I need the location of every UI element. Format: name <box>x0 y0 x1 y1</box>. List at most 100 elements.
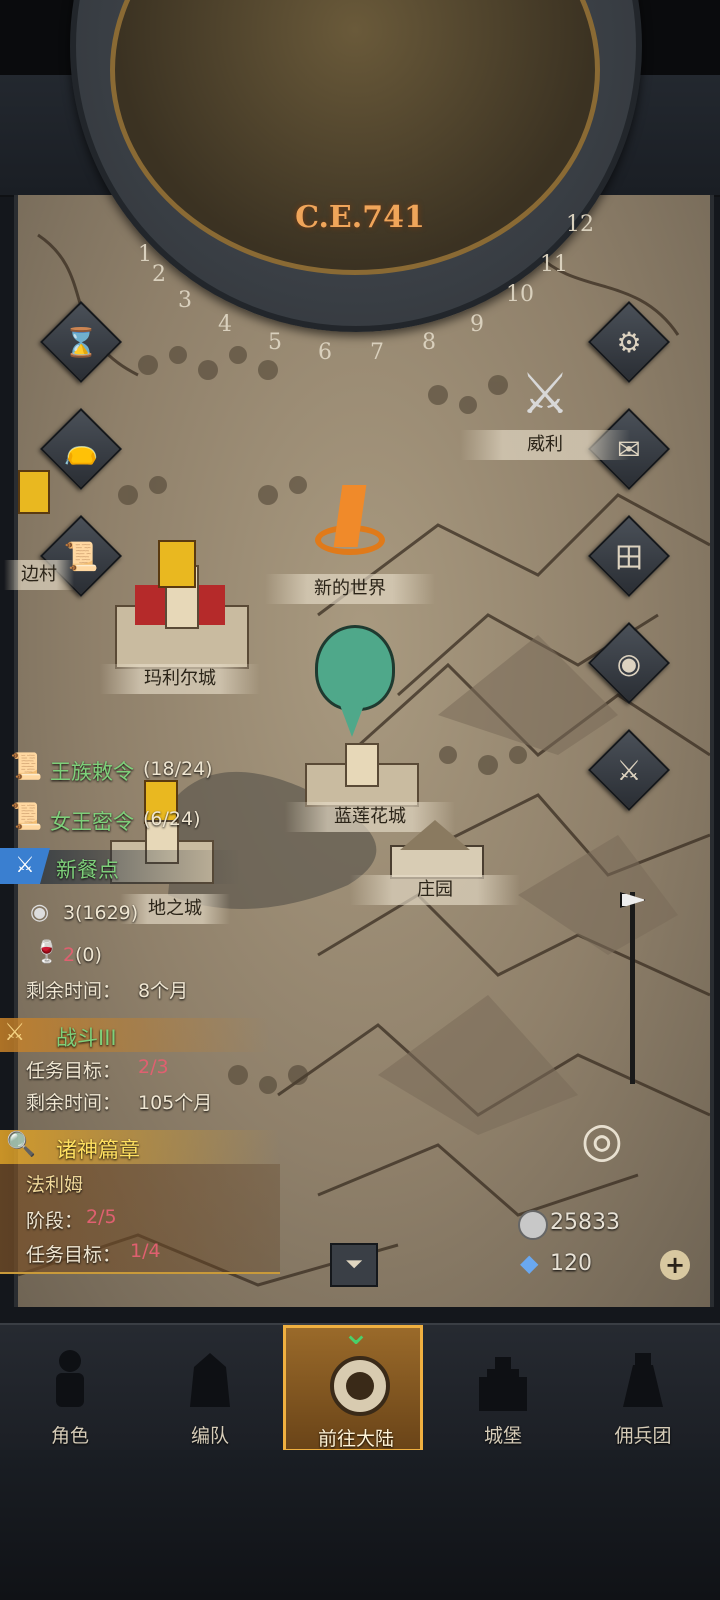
collapse-quests-button[interactable]: ⏷ <box>330 1243 378 1287</box>
location-label: 新的世界 <box>265 574 435 604</box>
quest-title: 新餐点 <box>56 858 119 882</box>
quest-npc-name: 法利姆 <box>26 1174 84 1196</box>
shield-icon: ◉ <box>616 646 642 680</box>
character-icon <box>56 1350 84 1407</box>
quest-progress: (18/24) <box>143 758 213 780</box>
location-label: 庄园 <box>350 875 520 905</box>
chevron-down-icon: ⌄ <box>341 1313 371 1353</box>
compass-icon <box>330 1356 390 1416</box>
scroll-icon: 📜 <box>10 752 43 782</box>
location-marier-city[interactable]: 玛利尔城 <box>100 540 260 695</box>
month-9: 9 <box>470 312 484 337</box>
nav-character[interactable]: 角色 <box>0 1325 140 1452</box>
nav-mercenary[interactable]: 佣兵团 <box>573 1325 713 1452</box>
slider-track <box>630 892 635 1084</box>
location-border-village[interactable]: 边村 <box>4 470 74 590</box>
quest-queen-order[interactable]: 📜 女王密令 (6/24) <box>0 800 260 840</box>
nav-label: 前往大陆 <box>317 1428 394 1450</box>
quest-header-band <box>0 1018 270 1052</box>
month-4: 4 <box>218 312 232 337</box>
resource-silver: 25833 <box>514 1206 694 1246</box>
formation-icon <box>190 1353 230 1407</box>
locate-button[interactable]: ◎ <box>548 1108 656 1172</box>
location-weili[interactable]: ⚔ 威利 <box>460 360 630 460</box>
chevron-down-icon: ⏷ <box>345 1252 363 1277</box>
castle-icon <box>479 1357 527 1411</box>
plus-icon: + <box>664 1251 686 1279</box>
crossed-swords-icon: ⚔ <box>519 362 571 427</box>
quest-progress: (6/24) <box>143 808 201 830</box>
scroll-icon: 📜 <box>10 802 43 832</box>
mercenary-icon <box>623 1353 663 1407</box>
silver-coin-icon <box>518 1210 548 1240</box>
nav-formation[interactable]: 编队 <box>140 1325 280 1452</box>
goal-label: 任务目标： <box>26 1244 122 1266</box>
add-crystal-button[interactable]: + <box>660 1250 690 1280</box>
helmet-marker-icon <box>315 625 395 745</box>
month-10: 10 <box>506 282 534 307</box>
bottom-frame <box>0 1450 720 1600</box>
month-7: 7 <box>370 340 384 365</box>
stage-label: 阶段： <box>26 1210 84 1232</box>
hourglass-icon: ⌛ <box>63 325 99 359</box>
sword-shield-icon: ⚔ <box>4 1018 26 1046</box>
goal-value: 1/4 <box>130 1240 161 1262</box>
goblet-icon: 🍷 <box>33 940 61 965</box>
nav-label: 佣兵团 <box>614 1425 672 1447</box>
quest-royal-decree[interactable]: 📜 王族敕令 (18/24) <box>0 750 260 790</box>
month-3: 3 <box>178 288 192 313</box>
knight-icon: ⚔ <box>616 753 642 787</box>
item-count: 3 <box>63 902 76 924</box>
nav-continent[interactable]: ⌄ 前往大陆 <box>283 1316 423 1452</box>
item-extra: (1629) <box>75 902 139 924</box>
goal-value: 2/3 <box>138 1056 169 1078</box>
item-extra: (0) <box>75 944 102 966</box>
location-label: 边村 <box>4 560 74 590</box>
zoom-slider[interactable] <box>616 892 646 1084</box>
quest-new-dining[interactable]: ⚔ 新餐点 ◉ 3 (1629) 🍷 2 (0) 剩余时间： 8个月 <box>0 848 300 1008</box>
month-2: 2 <box>152 262 166 287</box>
month-6: 6 <box>318 340 332 365</box>
location-label: 玛利尔城 <box>100 664 260 694</box>
quest-header-band <box>0 1130 280 1164</box>
location-manor[interactable]: 庄园 <box>350 800 520 910</box>
quest-battle[interactable]: ⚔ 战斗III 任务目标： 2/3 剩余时间： 105个月 <box>0 1016 300 1116</box>
location-label: 威利 <box>460 430 630 460</box>
time-label: 剩余时间： <box>26 980 122 1002</box>
location-new-world[interactable]: 新的世界 <box>265 470 435 605</box>
crystal-icon: ◆ <box>520 1249 539 1277</box>
calendar-year: C.E.741 <box>295 200 425 235</box>
nav-label: 编队 <box>190 1425 229 1447</box>
orange-marker-icon <box>305 485 395 560</box>
time-value: 105个月 <box>138 1092 213 1114</box>
month-1: 1 <box>138 242 152 267</box>
quest-title: 战斗III <box>56 1026 117 1050</box>
silver-amount: 25833 <box>550 1210 620 1235</box>
quest-title: 诸神篇章 <box>56 1138 140 1162</box>
time-label: 剩余时间： <box>26 1092 122 1114</box>
quest-gods-chapter[interactable]: 🔍 诸神篇章 法利姆 阶段： 2/5 任务目标： 1/4 <box>0 1128 300 1274</box>
bottom-nav: 角色 编队 ⌄ 前往大陆 城堡 佣兵团 <box>0 1316 720 1452</box>
target-icon: ◎ <box>581 1112 623 1168</box>
month-5: 5 <box>268 330 282 355</box>
crystal-amount: 120 <box>550 1251 592 1276</box>
stage-value: 2/5 <box>86 1206 117 1228</box>
month-12: 12 <box>566 212 594 237</box>
month-8: 8 <box>422 330 436 355</box>
item-count: 2 <box>63 944 76 966</box>
nav-label: 城堡 <box>483 1425 522 1447</box>
nav-castle[interactable]: 城堡 <box>433 1325 573 1452</box>
shell-icon: ◉ <box>30 900 50 925</box>
money-bag-icon: 👝 <box>63 432 99 466</box>
quest-title: 王族敕令 <box>50 760 134 784</box>
grid-icon: 田 <box>614 541 643 574</box>
goal-label: 任务目标： <box>26 1060 122 1082</box>
time-value: 8个月 <box>138 980 189 1002</box>
castle-icon <box>305 743 419 807</box>
guild-banner-icon <box>18 470 50 514</box>
magnifier-icon: 🔍 <box>6 1130 36 1158</box>
quest-title: 女王密令 <box>50 810 134 834</box>
manor-icon <box>390 820 484 879</box>
month-11: 11 <box>540 252 568 277</box>
nav-label: 角色 <box>50 1425 89 1447</box>
